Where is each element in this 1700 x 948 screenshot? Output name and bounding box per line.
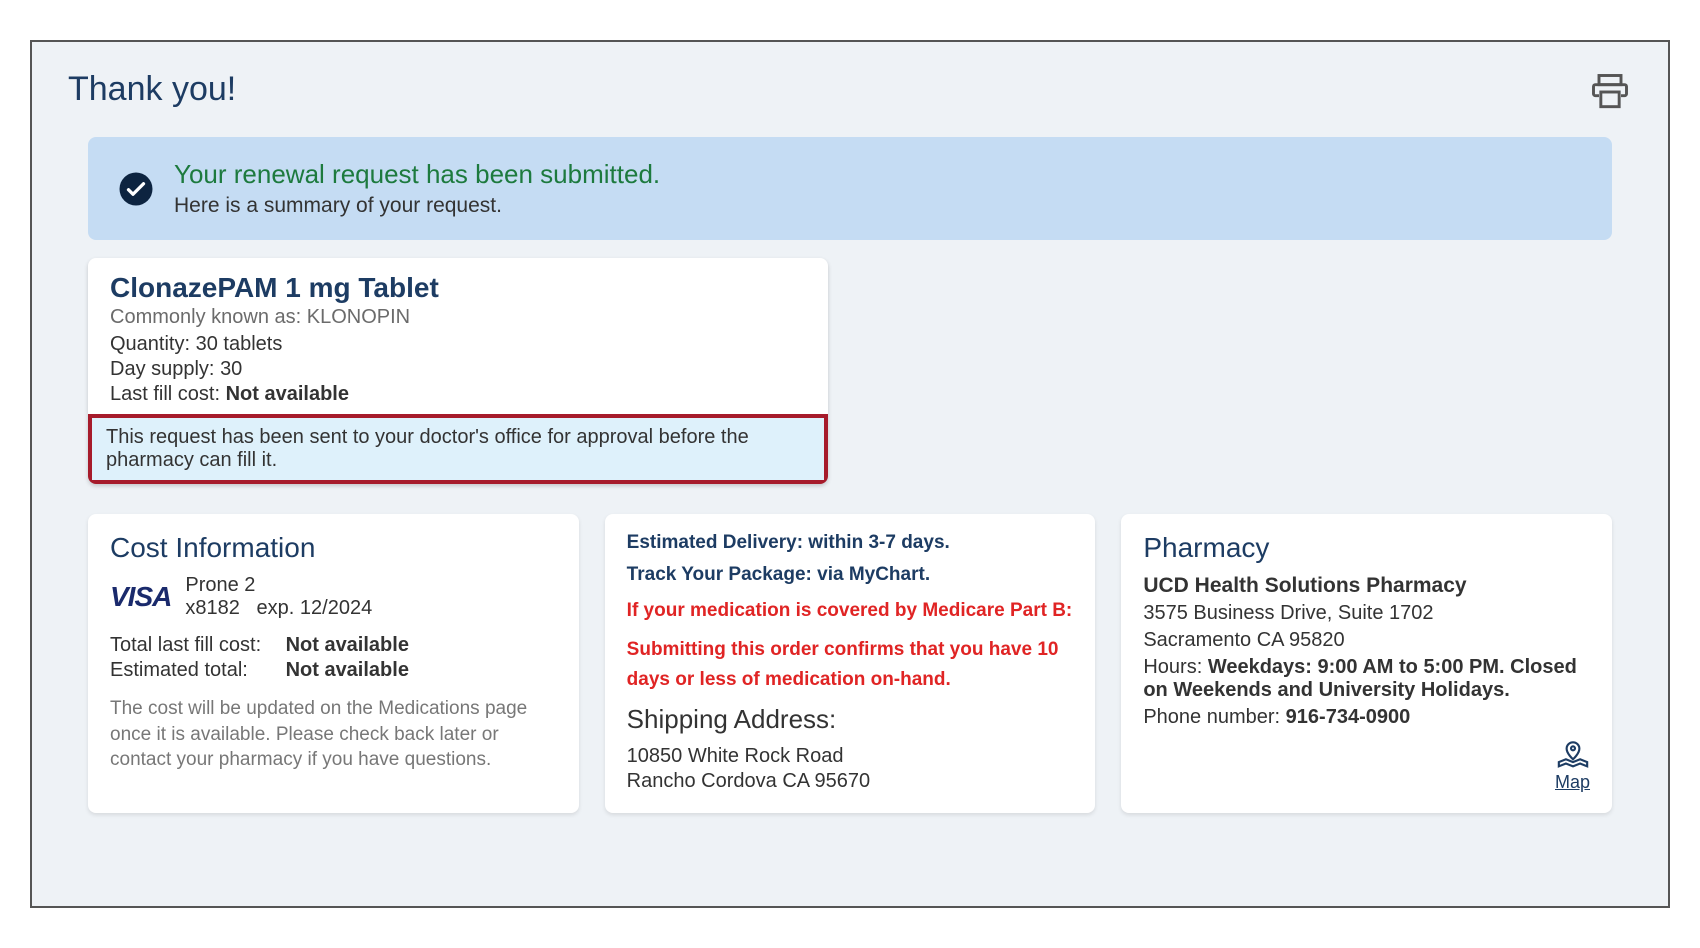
track-package: Track Your Package: via MyChart. (627, 564, 1074, 586)
banner-title: Your renewal request has been submitted. (174, 159, 660, 190)
shipping-line1: 10850 White Rock Road (627, 745, 1074, 768)
confirmation-page: Thank you! Your renewal request has been… (30, 40, 1670, 908)
pharmacy-hours-label: Hours: (1143, 656, 1202, 678)
pharmacy-card: Pharmacy UCD Health Solutions Pharmacy 3… (1121, 514, 1612, 813)
last-fill-cost-line: Last fill cost: Not available (110, 383, 806, 406)
payment-card-row: VISA Prone 2 x8182 exp. 12/2024 (110, 574, 557, 620)
shipping-line2: Rancho Cordova CA 95670 (627, 770, 1074, 793)
estimated-delivery: Estimated Delivery: within 3-7 days. (627, 532, 1074, 554)
visa-logo-icon: VISA (110, 581, 171, 613)
header-row: Thank you! (68, 70, 1632, 119)
quantity-line: Quantity: 30 tablets (110, 333, 806, 356)
estimated-total-label: Estimated total: (110, 659, 280, 682)
card-exp: exp. 12/2024 (257, 597, 373, 619)
pharmacy-phone-label: Phone number: (1143, 706, 1280, 728)
cost-information-card: Cost Information VISA Prone 2 x8182 exp.… (88, 514, 579, 813)
cost-title: Cost Information (110, 532, 557, 564)
info-columns: Cost Information VISA Prone 2 x8182 exp.… (88, 514, 1612, 813)
medicare-confirm: Submitting this order confirms that you … (627, 635, 1074, 694)
success-banner: Your renewal request has been submitted.… (88, 137, 1612, 240)
estimated-total-line: Estimated total: Not available (110, 659, 557, 682)
pharmacy-title: Pharmacy (1143, 532, 1590, 564)
pharmacy-addr2: Sacramento CA 95820 (1143, 629, 1590, 652)
medicare-notice: If your medication is covered by Medicar… (627, 596, 1074, 625)
day-supply-label: Day supply: (110, 358, 215, 380)
map-pin-icon (1555, 740, 1590, 770)
quantity-value: 30 tablets (196, 333, 283, 355)
map-link[interactable]: Map (1555, 740, 1590, 793)
last-fill-cost-value: Not available (226, 383, 349, 405)
print-icon[interactable] (1588, 70, 1632, 119)
pharmacy-addr1: 3575 Business Drive, Suite 1702 (1143, 602, 1590, 625)
quantity-label: Quantity: (110, 333, 190, 355)
pharmacy-phone-value: 916-734-0900 (1286, 706, 1411, 728)
pharmacy-name: UCD Health Solutions Pharmacy (1143, 574, 1590, 598)
medication-card: ClonazePAM 1 mg Tablet Commonly known as… (88, 258, 828, 484)
last-fill-cost-label: Last fill cost: (110, 383, 220, 405)
total-last-fill-value: Not available (286, 634, 409, 656)
card-name: Prone 2 (185, 574, 372, 597)
day-supply-value: 30 (220, 358, 242, 380)
banner-subtitle: Here is a summary of your request. (174, 194, 660, 218)
shipping-address-title: Shipping Address: (627, 704, 1074, 735)
total-last-fill-line: Total last fill cost: Not available (110, 634, 557, 657)
approval-notice: This request has been sent to your docto… (88, 414, 828, 484)
day-supply-line: Day supply: 30 (110, 358, 806, 381)
check-circle-icon (118, 171, 154, 207)
pharmacy-phone-line: Phone number: 916-734-0900 (1143, 706, 1590, 729)
page-title: Thank you! (68, 70, 236, 109)
total-last-fill-label: Total last fill cost: (110, 634, 280, 657)
banner-text: Your renewal request has been submitted.… (174, 159, 660, 218)
estimated-total-value: Not available (286, 659, 409, 681)
medication-name: ClonazePAM 1 mg Tablet (110, 272, 806, 304)
pharmacy-hours-value: Weekdays: 9:00 AM to 5:00 PM. Closed on … (1143, 656, 1576, 701)
card-masked: x8182 (185, 597, 240, 619)
pharmacy-hours-line: Hours: Weekdays: 9:00 AM to 5:00 PM. Clo… (1143, 656, 1590, 702)
cost-note: The cost will be updated on the Medicati… (110, 696, 557, 773)
map-label: Map (1555, 772, 1590, 793)
medication-known-as: Commonly known as: KLONOPIN (110, 306, 806, 329)
shipping-card: Estimated Delivery: within 3-7 days. Tra… (605, 514, 1096, 813)
card-details: x8182 exp. 12/2024 (185, 597, 372, 620)
